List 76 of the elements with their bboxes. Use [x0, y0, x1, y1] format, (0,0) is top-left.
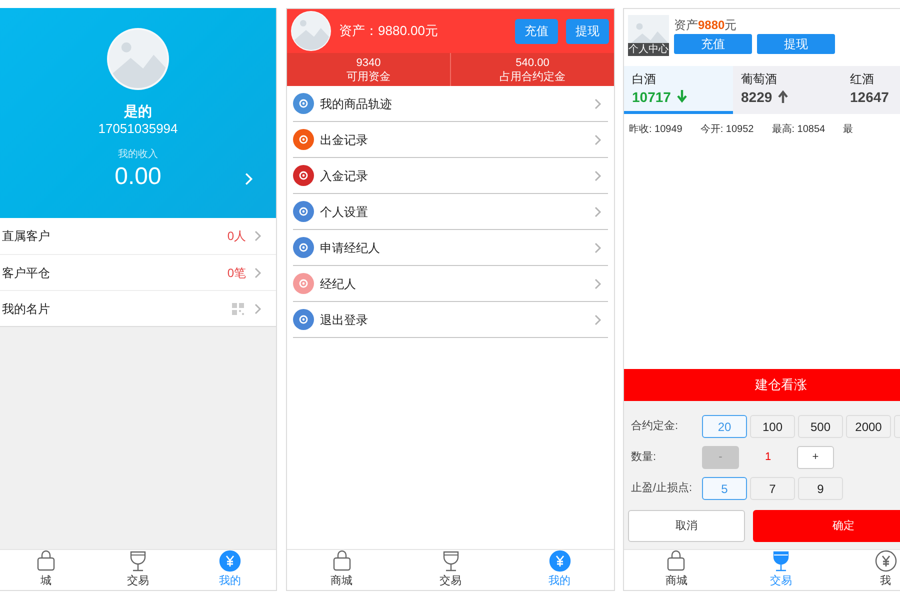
- phone-number: 17051035994: [98, 120, 178, 138]
- menu-row[interactable]: 申请经纪人: [293, 230, 608, 266]
- asset-total: 资产9880元: [674, 17, 738, 33]
- chevron-right-icon: [594, 134, 602, 146]
- asset-total: 资产：9880.00元: [339, 22, 439, 40]
- chevron-right-icon: [594, 314, 602, 326]
- bag-icon: [665, 550, 688, 572]
- bag-icon: [330, 550, 352, 572]
- chevron-right-icon: [254, 230, 262, 242]
- quote-stat: 昨收: 10949: [629, 122, 682, 136]
- row-count: 0人: [227, 228, 246, 245]
- qr-code-icon: [232, 302, 244, 314]
- confirm-button[interactable]: 确定: [752, 510, 900, 542]
- menu-label: 入金记录: [320, 168, 369, 184]
- option-button[interactable]: 9: [798, 477, 843, 500]
- menu-row[interactable]: 退出登录: [293, 302, 608, 338]
- row-label: 客户平仓: [2, 264, 51, 282]
- option-button[interactable]: 500: [798, 415, 843, 438]
- tab-bar-item[interactable]: 我: [833, 550, 900, 590]
- menu-row[interactable]: 经纪人: [293, 266, 608, 302]
- product-tab[interactable]: 葡萄酒 8229: [733, 66, 842, 114]
- bag-icon: [35, 550, 57, 572]
- yen-icon: [874, 550, 897, 572]
- quote-stat: 最: [843, 122, 854, 136]
- product-tab[interactable]: 白酒 10717: [624, 66, 733, 114]
- quote-stat: 最高: 10854: [772, 122, 826, 136]
- chevron-right-icon: [244, 172, 254, 186]
- tab-bar-item[interactable]: 城: [0, 550, 92, 590]
- field-label: 数量:: [630, 450, 658, 466]
- user-name: 是的: [124, 102, 152, 120]
- chevron-right-icon: [254, 302, 262, 314]
- chevron-right-icon: [254, 266, 262, 278]
- menu-label: 我的商品轨迹: [320, 96, 393, 112]
- row-label: 我的名片: [2, 300, 51, 318]
- fund-label: 占用合约定金: [500, 70, 566, 84]
- fund-label: 可用资金: [346, 70, 390, 84]
- option-button[interactable]: 2000: [846, 415, 891, 438]
- menu-label: 经纪人: [320, 276, 357, 292]
- list-row[interactable]: 直属客户 0人: [0, 218, 276, 254]
- chevron-right-icon: [594, 98, 602, 110]
- row-count: 0笔: [227, 264, 246, 282]
- order-title-bar: 建仓看涨: [624, 369, 900, 401]
- menu-label: 个人设置: [320, 204, 369, 220]
- tab-bar-item[interactable]: 交易: [396, 550, 505, 590]
- avatar-label: 个人中心: [628, 43, 669, 56]
- field-label: 止盈/止损点:: [630, 480, 694, 496]
- field-label: 合约定金:: [630, 418, 680, 434]
- chevron-right-icon: [594, 206, 602, 218]
- menu-label: 申请经纪人: [320, 240, 381, 256]
- fund-value: 9340: [356, 56, 381, 70]
- tab-bar-item[interactable]: 商城: [624, 550, 729, 590]
- list-row[interactable]: 客户平仓 0笔: [0, 254, 276, 290]
- option-button[interactable]: 100: [750, 415, 795, 438]
- quantity-value: 1: [764, 450, 772, 466]
- menu-row[interactable]: 出金记录: [293, 122, 608, 158]
- menu-label: 出金记录: [320, 132, 369, 148]
- menu-row[interactable]: 我的商品轨迹: [293, 86, 608, 122]
- menu-label: 退出登录: [320, 312, 369, 328]
- product-tab[interactable]: 红酒 12647: [842, 66, 900, 114]
- chevron-right-icon: [594, 170, 602, 182]
- row-label: 直属客户: [2, 228, 51, 245]
- list-row[interactable]: 我的名片: [0, 290, 276, 326]
- tab-bar-item[interactable]: 商城: [287, 550, 396, 590]
- option-button[interactable]: 7: [750, 477, 795, 500]
- cancel-button[interactable]: 取消: [628, 510, 745, 542]
- chevron-right-icon: [594, 242, 602, 254]
- menu-row[interactable]: 入金记录: [293, 158, 608, 194]
- quote-stat: 今开: 10952: [700, 122, 754, 136]
- menu-row[interactable]: 个人设置: [293, 194, 608, 230]
- plus-button[interactable]: +: [797, 446, 834, 469]
- fund-value: 540.00: [516, 56, 550, 70]
- income-amount: 0.00: [114, 162, 162, 192]
- income-label: 我的收入: [118, 148, 158, 162]
- photo-placeholder: [291, 11, 331, 51]
- chevron-right-icon: [594, 278, 602, 290]
- tab-bar-item[interactable]: 交易: [92, 550, 184, 590]
